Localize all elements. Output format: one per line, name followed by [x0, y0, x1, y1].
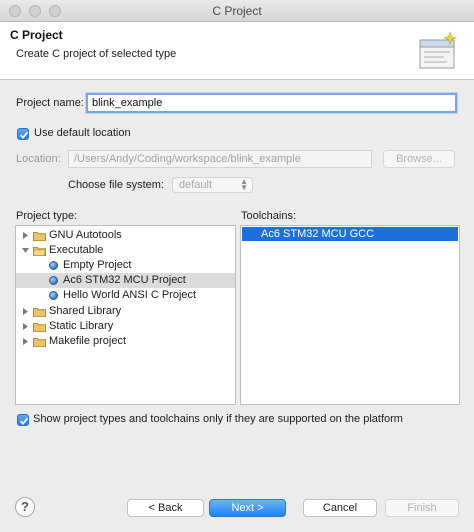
show-supported-checkbox[interactable]: [17, 414, 29, 426]
location-input[interactable]: [68, 150, 372, 168]
chevron-right-icon[interactable]: [21, 337, 30, 346]
use-default-location-checkbox[interactable]: [17, 128, 29, 140]
wizard-title: C Project: [10, 28, 63, 42]
wizard-description: Create C project of selected type: [16, 48, 177, 60]
folder-icon: [33, 323, 46, 332]
tree-item-ac6-stm32-mcu-project[interactable]: Ac6 STM32 MCU Project: [16, 273, 235, 288]
tree-item-gnu-autotools[interactable]: GNU Autotools: [16, 228, 235, 243]
project-name-label: Project name:: [16, 97, 84, 109]
chevron-up-down-icon: ▲ ▼: [240, 177, 248, 192]
folder-icon: [33, 338, 46, 347]
window-title: C Project: [212, 4, 262, 18]
tree-item-hello-world-ansi-c-project[interactable]: Hello World ANSI C Project: [16, 288, 235, 303]
project-type-label: Project type:: [16, 210, 78, 222]
tree-item-makefile-project[interactable]: Makefile project: [16, 334, 235, 349]
project-type-tree[interactable]: GNU Autotools Executable Empty Project A…: [15, 225, 236, 405]
help-button[interactable]: ?: [15, 497, 35, 517]
back-button[interactable]: < Back: [127, 499, 204, 517]
folder-icon: [33, 232, 46, 241]
location-label: Location:: [16, 153, 61, 165]
wizard-header: C Project Create C project of selected t…: [0, 22, 474, 80]
file-system-label: Choose file system:: [68, 179, 164, 191]
file-system-select[interactable]: default ▲ ▼: [172, 177, 253, 193]
chevron-right-icon[interactable]: [21, 307, 30, 316]
project-template-icon: [49, 276, 58, 285]
wizard-banner-icon: [419, 31, 457, 69]
toolchains-list[interactable]: Ac6 STM32 MCU GCC: [240, 225, 460, 405]
use-default-location-label: Use default location: [34, 127, 131, 139]
toolchains-label: Toolchains:: [241, 210, 297, 222]
file-system-selected: default: [179, 179, 213, 191]
chevron-right-icon[interactable]: [21, 231, 30, 240]
folder-open-icon: [33, 247, 46, 256]
folder-icon: [33, 308, 46, 317]
project-template-icon: [49, 261, 58, 270]
project-template-icon: [49, 291, 58, 300]
cancel-button[interactable]: Cancel: [303, 499, 377, 517]
tree-item-static-library[interactable]: Static Library: [16, 319, 235, 334]
next-button[interactable]: Next >: [209, 499, 286, 517]
browse-button[interactable]: Browse...: [383, 150, 455, 168]
chevron-right-icon[interactable]: [21, 322, 30, 331]
tree-item-empty-project[interactable]: Empty Project: [16, 258, 235, 273]
chevron-down-icon[interactable]: [21, 246, 30, 255]
finish-button[interactable]: Finish: [385, 499, 459, 517]
project-name-input[interactable]: [86, 93, 457, 113]
tree-item-shared-library[interactable]: Shared Library: [16, 304, 235, 319]
toolchain-item-ac6-stm32-mcu-gcc[interactable]: Ac6 STM32 MCU GCC: [242, 227, 458, 241]
show-supported-label: Show project types and toolchains only i…: [33, 413, 403, 425]
window-titlebar: C Project: [0, 0, 474, 22]
tree-item-executable[interactable]: Executable: [16, 243, 235, 258]
